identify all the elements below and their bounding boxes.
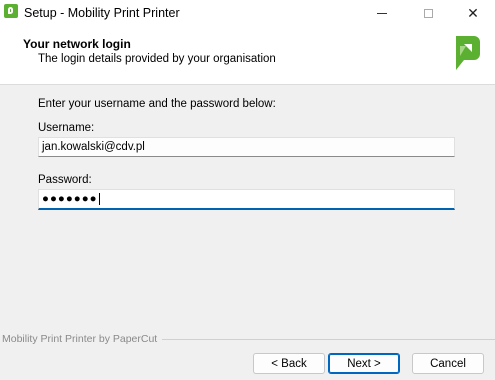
password-label: Password:: [38, 174, 92, 186]
page-subtitle: The login details provided by your organ…: [38, 53, 276, 65]
title-bar: Setup - Mobility Print Printer ✕: [0, 0, 495, 26]
password-value: ●●●●●●●: [42, 193, 98, 206]
form-instruction: Enter your username and the password bel…: [38, 98, 276, 110]
username-field[interactable]: jan.kowalski@cdv.pl: [38, 137, 455, 157]
password-field[interactable]: ●●●●●●●: [38, 189, 455, 210]
cancel-button[interactable]: Cancel: [412, 353, 484, 374]
brand-caption: Mobility Print Printer by PaperCut: [2, 333, 158, 345]
page-title: Your network login: [23, 37, 131, 51]
wizard-header: Your network login The login details pro…: [0, 26, 495, 85]
maximize-button: [405, 0, 451, 26]
window-title: Setup - Mobility Print Printer: [24, 6, 180, 20]
text-caret: [98, 193, 100, 205]
papercut-app-icon: [4, 4, 18, 18]
username-value: jan.kowalski@cdv.pl: [42, 141, 145, 153]
footer-divider: [162, 339, 495, 340]
maximize-icon: [423, 8, 433, 18]
username-label: Username:: [38, 122, 95, 134]
minimize-button[interactable]: [359, 0, 405, 26]
papercut-logo-icon: [456, 36, 480, 70]
close-icon: ✕: [467, 4, 479, 21]
minimize-icon: [377, 12, 387, 14]
next-button[interactable]: Next >: [328, 353, 400, 374]
back-button[interactable]: < Back: [253, 353, 325, 374]
close-button[interactable]: ✕: [450, 0, 495, 26]
